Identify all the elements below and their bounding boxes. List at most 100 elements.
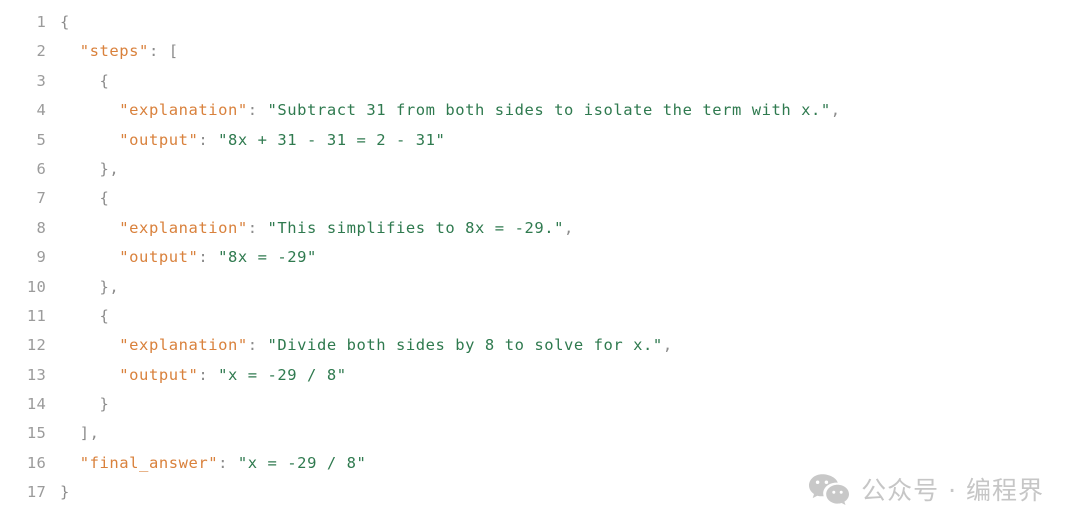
line-number: 1: [36, 13, 46, 31]
code-line: 3 {: [0, 67, 1080, 96]
token-punct: :: [247, 336, 268, 355]
token-punct: :: [218, 453, 238, 472]
token-punct: :: [198, 130, 219, 149]
line-number: 9: [36, 248, 46, 267]
token-punct: ,: [662, 336, 673, 355]
token-string: "Divide both sides by 8 to solve for x.": [267, 336, 663, 355]
code-line-content: "explanation": "This simplifies to 8x = …: [46, 214, 574, 243]
token-punct: :: [198, 248, 219, 267]
code-line: 6 },: [0, 155, 1080, 184]
token-string: "Subtract 31 from both sides to isolate …: [267, 101, 831, 120]
code-line-content: },: [46, 273, 119, 302]
token-punct: :: [247, 101, 268, 120]
line-number: 10: [26, 277, 46, 296]
line-number: 2: [36, 42, 46, 61]
token-key: "output": [119, 365, 199, 384]
token-punct: },: [99, 277, 120, 296]
code-line: 13 "output": "x = -29 / 8": [0, 361, 1080, 390]
code-line: 4 "explanation": "Subtract 31 from both …: [0, 96, 1080, 125]
token-punct: {: [60, 13, 70, 31]
code-line: 1{: [0, 8, 1080, 37]
token-punct: ,: [830, 101, 841, 120]
code-line: 9 "output": "8x = -29": [0, 243, 1080, 272]
json-code-viewer: 1{2 "steps": [3 {4 "explanation": "Subtr…: [0, 0, 1080, 523]
token-punct: {: [99, 189, 110, 208]
code-line: 16 "final_answer": "x = -29 / 8": [0, 449, 1080, 478]
code-line-content: "output": "x = -29 / 8": [46, 361, 347, 390]
line-number: 12: [26, 336, 46, 355]
code-line: 2 "steps": [: [0, 37, 1080, 66]
token-string: "This simplifies to 8x = -29.": [267, 218, 564, 237]
token-punct: : [: [148, 42, 179, 61]
code-line-content: }: [46, 390, 109, 419]
line-number: 7: [36, 189, 46, 208]
code-line-content: }: [46, 478, 70, 507]
token-key: "output": [119, 130, 199, 149]
line-number: 6: [36, 159, 46, 178]
code-lines-container: 1{2 "steps": [3 {4 "explanation": "Subtr…: [0, 8, 1080, 508]
code-line-content: {: [46, 302, 109, 331]
token-key: "output": [119, 248, 199, 267]
line-number: 15: [26, 424, 46, 443]
token-string: "x = -29 / 8": [237, 453, 367, 472]
code-line: 17}: [0, 478, 1080, 507]
code-line-content: {: [46, 8, 70, 37]
token-key: "steps": [79, 42, 149, 61]
code-line-content: "explanation": "Subtract 31 from both si…: [46, 96, 841, 125]
token-key: "final_answer": [79, 453, 219, 472]
code-line: 8 "explanation": "This simplifies to 8x …: [0, 214, 1080, 243]
line-number: 14: [26, 395, 46, 414]
code-line-content: {: [46, 67, 109, 96]
line-number: 8: [36, 218, 46, 237]
code-line-content: "output": "8x = -29": [46, 243, 317, 272]
token-key: "explanation": [119, 336, 248, 355]
code-line-content: },: [46, 155, 119, 184]
token-punct: }: [60, 483, 70, 502]
token-string: "8x = -29": [218, 248, 317, 267]
code-line: 11 {: [0, 302, 1080, 331]
line-number: 16: [26, 453, 46, 472]
code-line-content: {: [46, 184, 109, 213]
token-string: "8x + 31 - 31 = 2 - 31": [218, 130, 446, 149]
code-line: 15 ],: [0, 419, 1080, 448]
line-number: 11: [26, 306, 46, 325]
token-string: "x = -29 / 8": [218, 365, 347, 384]
code-line-content: "explanation": "Divide both sides by 8 t…: [46, 331, 673, 360]
code-line: 7 {: [0, 184, 1080, 213]
code-line-content: ],: [46, 419, 100, 448]
code-line: 12 "explanation": "Divide both sides by …: [0, 331, 1080, 360]
line-number: 13: [26, 365, 46, 384]
token-punct: {: [99, 306, 110, 325]
line-number: 17: [26, 483, 46, 502]
code-line-content: "output": "8x + 31 - 31 = 2 - 31": [46, 126, 445, 155]
code-line-content: "final_answer": "x = -29 / 8": [46, 449, 366, 478]
line-number: 4: [36, 101, 46, 120]
token-punct: },: [99, 159, 120, 178]
code-line: 14 }: [0, 390, 1080, 419]
token-punct: ,: [564, 218, 574, 237]
token-punct: :: [247, 218, 268, 237]
token-key: "explanation": [119, 218, 248, 237]
code-line: 10 },: [0, 273, 1080, 302]
token-punct: :: [198, 365, 219, 384]
code-line: 5 "output": "8x + 31 - 31 = 2 - 31": [0, 126, 1080, 155]
line-number: 3: [36, 71, 46, 90]
token-punct: {: [99, 71, 110, 90]
token-punct: ],: [79, 424, 100, 443]
line-number: 5: [36, 130, 46, 149]
